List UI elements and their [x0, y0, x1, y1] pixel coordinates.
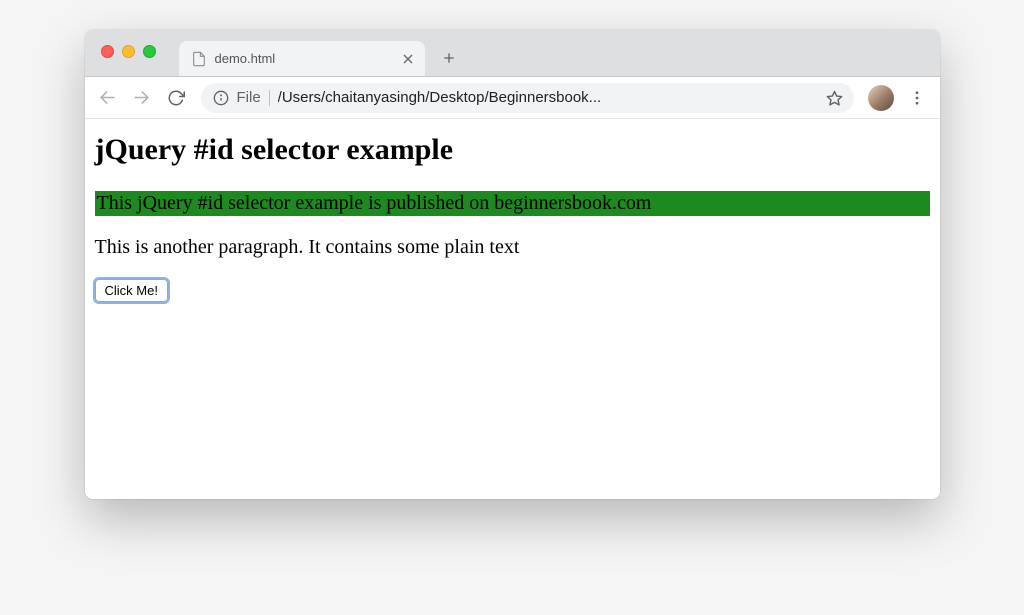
- nav-reload-button[interactable]: [161, 83, 191, 113]
- new-tab-button[interactable]: [435, 44, 463, 72]
- tab-strip: demo.html: [179, 30, 463, 76]
- file-icon: [191, 51, 207, 67]
- click-me-button[interactable]: Click Me!: [95, 279, 168, 302]
- url-scheme: File: [237, 89, 261, 106]
- window-close-button[interactable]: [101, 45, 114, 58]
- window-maximize-button[interactable]: [143, 45, 156, 58]
- paragraph-highlighted: This jQuery #id selector example is publ…: [95, 191, 930, 216]
- url-path: /Users/chaitanyasingh/Desktop/Beginnersb…: [278, 89, 818, 106]
- nav-back-button[interactable]: [93, 83, 123, 113]
- address-divider: [269, 90, 270, 106]
- browser-menu-button[interactable]: [902, 83, 932, 113]
- browser-toolbar: File /Users/chaitanyasingh/Desktop/Begin…: [85, 77, 940, 119]
- paragraph-plain: This is another paragraph. It contains s…: [95, 236, 930, 259]
- page-content: jQuery #id selector example This jQuery …: [85, 119, 940, 499]
- window-controls: [101, 45, 156, 58]
- address-bar[interactable]: File /Users/chaitanyasingh/Desktop/Begin…: [201, 83, 854, 113]
- bookmark-star-icon[interactable]: [826, 90, 842, 106]
- tab-close-icon[interactable]: [403, 54, 413, 64]
- tab-title: demo.html: [215, 51, 395, 66]
- page-heading: jQuery #id selector example: [95, 133, 930, 167]
- browser-window: demo.html: [85, 30, 940, 499]
- profile-avatar[interactable]: [868, 85, 894, 111]
- window-minimize-button[interactable]: [122, 45, 135, 58]
- nav-forward-button[interactable]: [127, 83, 157, 113]
- window-titlebar: demo.html: [85, 30, 940, 77]
- browser-tab-active[interactable]: demo.html: [179, 41, 425, 76]
- site-info-icon[interactable]: [213, 90, 229, 106]
